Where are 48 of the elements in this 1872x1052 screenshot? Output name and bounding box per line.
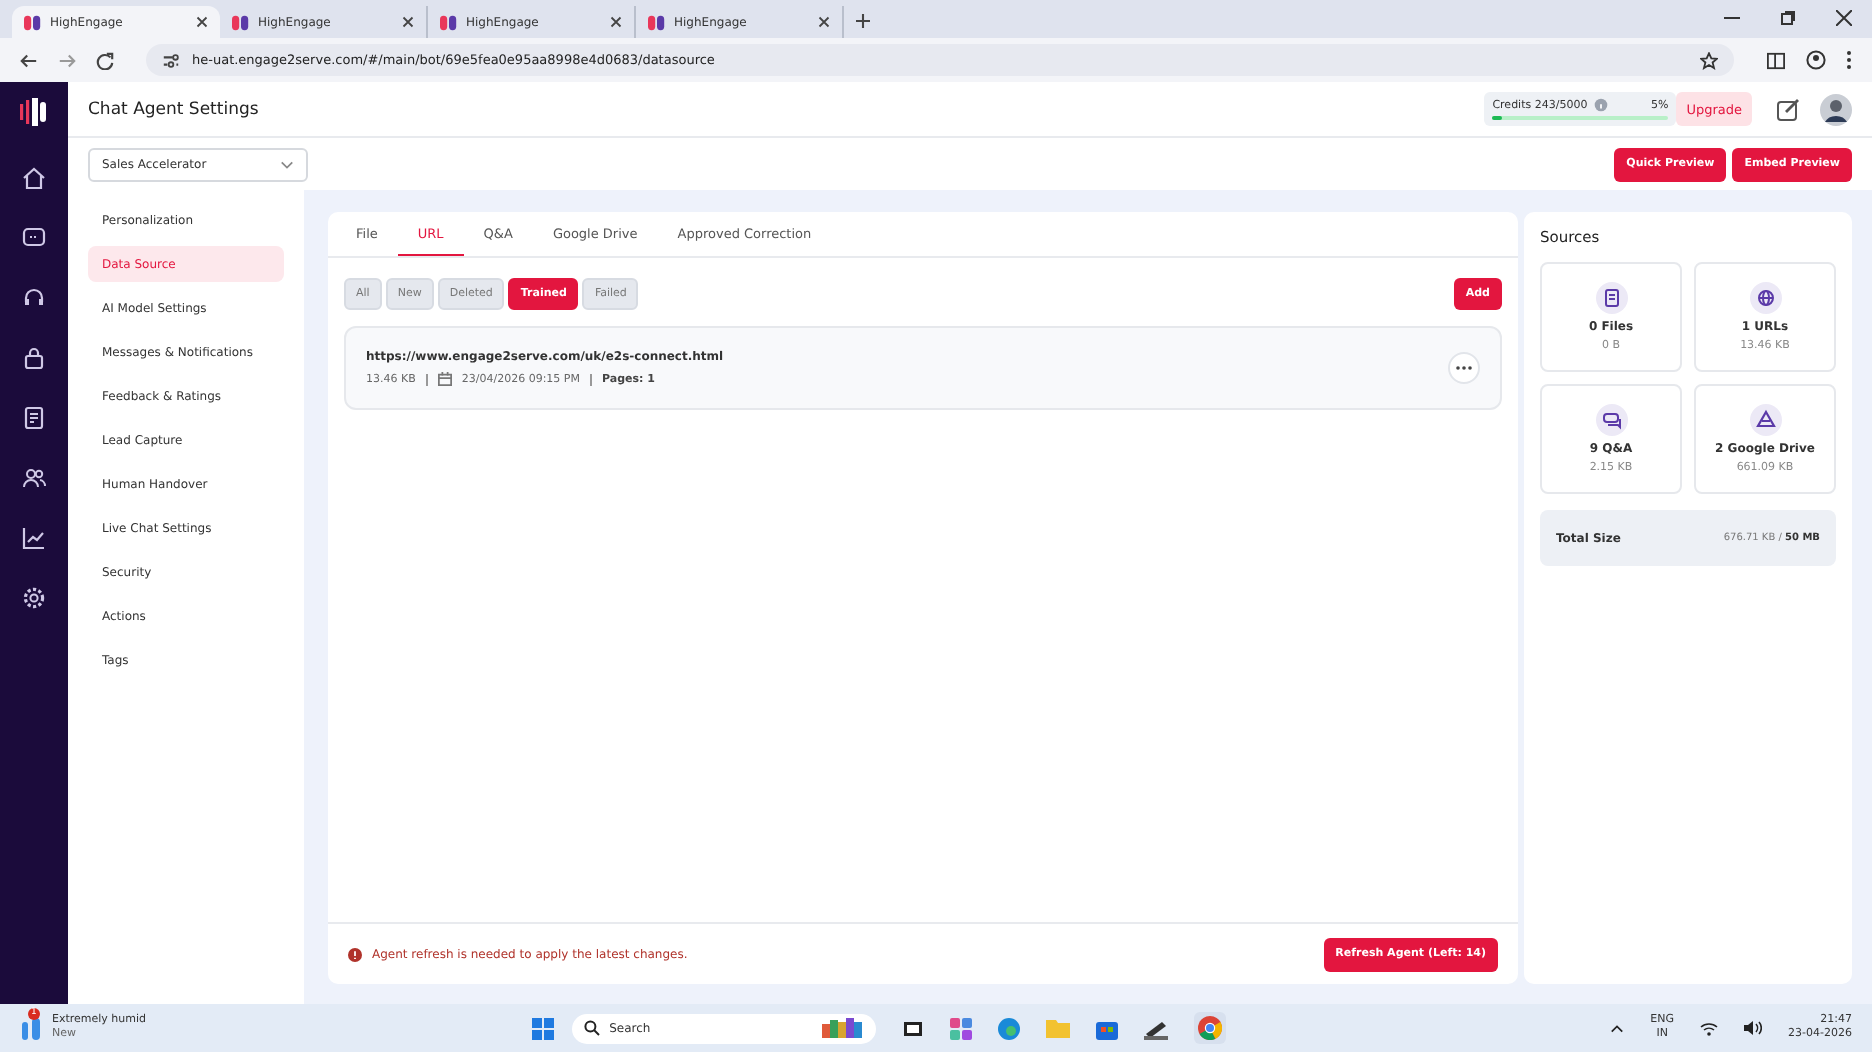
profile-icon[interactable] — [1806, 50, 1826, 70]
headset-icon[interactable] — [22, 286, 46, 310]
books-icon — [819, 1018, 864, 1038]
settings-icon[interactable] — [22, 586, 46, 610]
close-icon[interactable] — [402, 16, 414, 28]
new-tab-icon[interactable] — [856, 14, 870, 28]
close-icon[interactable] — [610, 16, 622, 28]
home-icon[interactable] — [22, 166, 46, 190]
app-logo-icon — [648, 13, 666, 31]
chevron-down-icon — [280, 159, 294, 169]
document-icon[interactable] — [22, 406, 46, 430]
chat-bubbles-icon — [1595, 404, 1627, 436]
close-icon[interactable] — [818, 16, 830, 28]
app-logo-icon — [440, 13, 458, 31]
edit-icon[interactable] — [1776, 97, 1800, 121]
app-logo-icon — [232, 13, 250, 31]
app-tiles-icon[interactable] — [949, 1017, 972, 1039]
star-icon[interactable] — [1700, 51, 1718, 69]
search-icon — [583, 1020, 600, 1036]
chat-icon[interactable] — [22, 226, 46, 250]
chevron-up-icon[interactable] — [1610, 1023, 1625, 1033]
chart-icon[interactable] — [22, 526, 46, 550]
close-icon[interactable] — [1836, 10, 1852, 26]
wifi-icon[interactable] — [1700, 1021, 1719, 1035]
chrome-icon[interactable] — [1193, 1012, 1226, 1044]
page-title: Chat Agent Settings — [88, 99, 259, 119]
reading-mode-icon[interactable] — [1766, 51, 1786, 69]
more-icon[interactable] — [1846, 50, 1852, 70]
warning-icon — [348, 947, 362, 961]
reload-icon[interactable] — [96, 51, 114, 69]
avatar-icon[interactable] — [1820, 93, 1852, 125]
close-icon[interactable] — [196, 16, 208, 28]
speaker-icon[interactable] — [1744, 1020, 1763, 1036]
store-icon[interactable] — [1095, 1017, 1118, 1039]
calendar-icon — [437, 372, 452, 386]
globe-icon — [1749, 282, 1781, 314]
back-icon[interactable] — [20, 51, 38, 69]
app-logo-icon — [24, 13, 42, 31]
site-settings-icon[interactable] — [162, 51, 180, 69]
task-view-icon[interactable] — [901, 1017, 924, 1039]
forward-icon[interactable] — [58, 51, 76, 69]
lock-icon[interactable] — [22, 346, 46, 370]
app-logo-icon[interactable] — [20, 98, 48, 126]
more-options-icon[interactable] — [1448, 352, 1480, 384]
document-icon — [1595, 282, 1627, 314]
restore-icon[interactable] — [1780, 10, 1796, 26]
start-icon[interactable] — [531, 1017, 554, 1039]
users-icon[interactable] — [22, 466, 46, 490]
